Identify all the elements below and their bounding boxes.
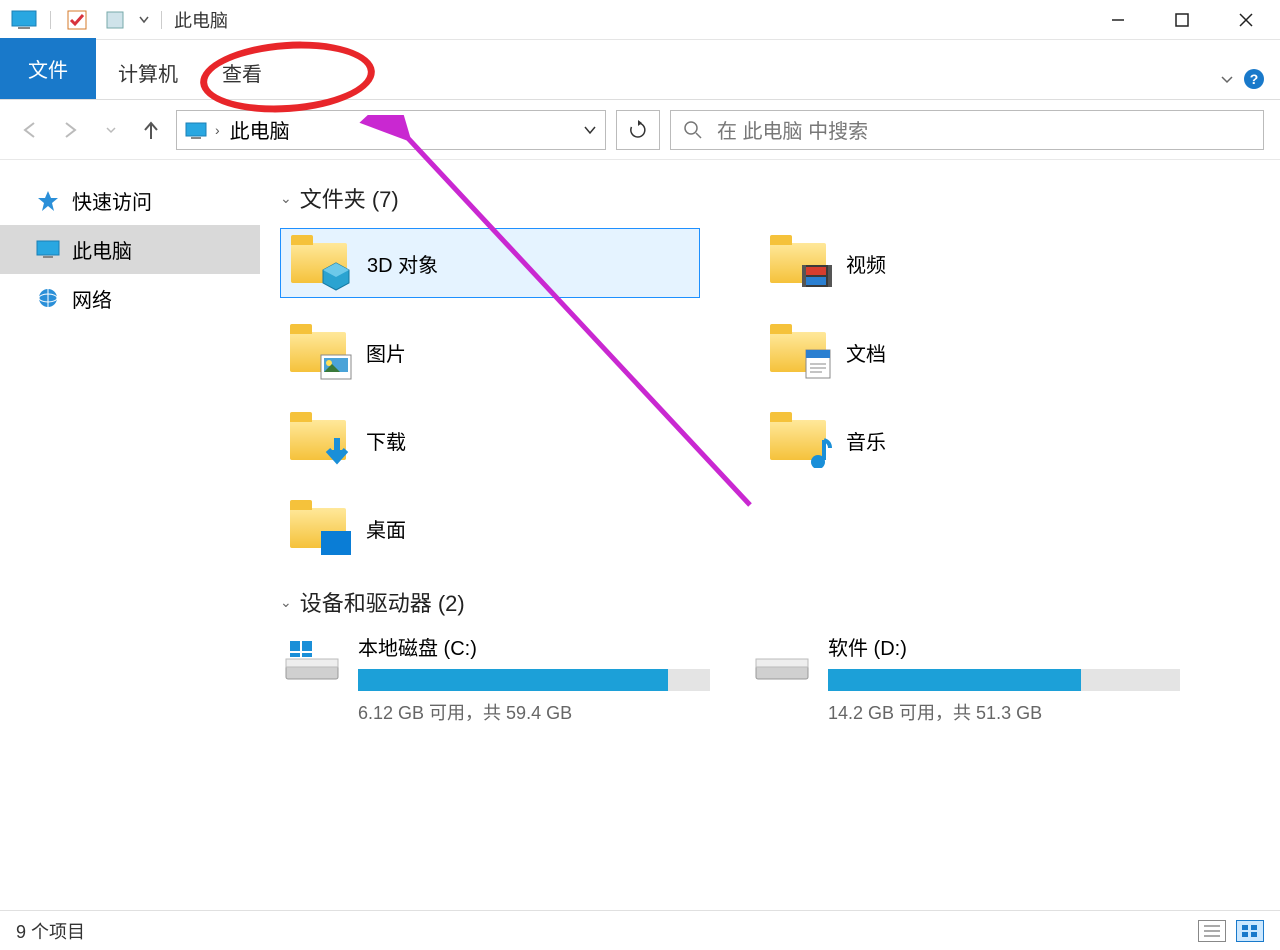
status-bar: 9 个项目 (0, 910, 1280, 950)
details-view-button[interactable] (1198, 920, 1226, 942)
folder-icon (290, 414, 350, 466)
pc-icon (8, 8, 40, 32)
drive-free-text: 6.12 GB 可用，共 59.4 GB (358, 699, 710, 725)
folder-documents[interactable]: 文档 (760, 318, 1140, 386)
search-placeholder: 在 此电脑 中搜索 (717, 115, 868, 144)
folder-desktop[interactable]: 桌面 (280, 494, 700, 562)
breadcrumb[interactable]: 此电脑 (230, 115, 290, 144)
address-bar[interactable]: › 此电脑 (176, 110, 606, 150)
drive-label: 本地磁盘 (C:) (358, 632, 710, 661)
folder-icon (770, 414, 830, 466)
folder-label: 文档 (846, 338, 886, 367)
up-button[interactable] (136, 115, 166, 145)
sidebar-item-thispc[interactable]: 此电脑 (0, 225, 260, 274)
ribbon: 文件 计算机 查看 ? (0, 40, 1280, 100)
section-folders-header[interactable]: ⌄ 文件夹 (7) (280, 182, 1260, 214)
content-area: ⌄ 文件夹 (7) 3D 对象 视频 图片 文档 下载 (260, 160, 1280, 910)
folder-label: 音乐 (846, 426, 886, 455)
drives-grid: 本地磁盘 (C:) 6.12 GB 可用，共 59.4 GB 软件 (D:) 1… (280, 632, 1260, 725)
item-count: 9 个项目 (16, 918, 85, 944)
pc-icon (185, 122, 205, 138)
window-title: 此电脑 (174, 7, 228, 33)
drive-d[interactable]: 软件 (D:) 14.2 GB 可用，共 51.3 GB (750, 632, 1180, 725)
sidebar-item-quick[interactable]: 快速访问 (0, 176, 260, 225)
sidebar-item-network[interactable]: 网络 (0, 274, 260, 323)
tab-file[interactable]: 文件 (0, 38, 96, 99)
drive-label: 软件 (D:) (828, 632, 1180, 661)
network-icon (36, 289, 60, 309)
folder-icon (291, 237, 351, 289)
folder-label: 桌面 (366, 514, 406, 543)
drive-icon (280, 632, 344, 688)
search-icon (683, 120, 703, 140)
folder-videos[interactable]: 视频 (760, 228, 1140, 298)
folder-label: 视频 (846, 249, 886, 278)
sidebar: 快速访问 此电脑 网络 (0, 160, 260, 910)
folder-icon (770, 326, 830, 378)
divider (161, 11, 162, 29)
folder-music[interactable]: 音乐 (760, 406, 1140, 474)
folder-icon (770, 237, 830, 289)
drive-icon (750, 632, 814, 688)
tiles-view-button[interactable] (1236, 920, 1264, 942)
new-window-icon[interactable] (99, 8, 131, 32)
sidebar-item-label: 网络 (72, 284, 112, 313)
titlebar: 此电脑 (0, 0, 1280, 40)
folders-grid: 3D 对象 视频 图片 文档 下载 音乐 (280, 228, 1260, 562)
drive-c[interactable]: 本地磁盘 (C:) 6.12 GB 可用，共 59.4 GB (280, 632, 710, 725)
star-icon (36, 191, 60, 211)
chevron-down-icon: ⌄ (280, 190, 292, 207)
sidebar-item-label: 此电脑 (72, 235, 132, 264)
usage-bar (358, 669, 710, 691)
back-button[interactable] (16, 115, 46, 145)
folder-icon (290, 502, 350, 554)
folder-icon (290, 326, 350, 378)
minimize-button[interactable] (1100, 5, 1136, 35)
section-drives-header[interactable]: ⌄ 设备和驱动器 (2) (280, 586, 1260, 618)
divider (50, 11, 51, 29)
recent-dropdown[interactable] (96, 115, 126, 145)
folder-3d-objects[interactable]: 3D 对象 (280, 228, 700, 298)
drive-free-text: 14.2 GB 可用，共 51.3 GB (828, 699, 1180, 725)
chevron-right-icon[interactable]: › (215, 122, 220, 138)
pc-icon (36, 240, 60, 260)
dropdown-icon[interactable] (137, 8, 151, 32)
tab-view[interactable]: 查看 (200, 46, 284, 99)
forward-button[interactable] (56, 115, 86, 145)
ribbon-collapse-icon[interactable] (1220, 72, 1234, 86)
search-box[interactable]: 在 此电脑 中搜索 (670, 110, 1264, 150)
properties-icon[interactable] (61, 8, 93, 32)
maximize-button[interactable] (1164, 5, 1200, 35)
sidebar-item-label: 快速访问 (72, 186, 152, 215)
tab-computer[interactable]: 计算机 (96, 46, 200, 99)
refresh-button[interactable] (616, 110, 660, 150)
folder-label: 3D 对象 (367, 249, 438, 278)
help-button[interactable]: ? (1244, 69, 1264, 89)
close-button[interactable] (1228, 5, 1264, 35)
folder-label: 图片 (366, 338, 406, 367)
usage-bar (828, 669, 1180, 691)
folder-downloads[interactable]: 下载 (280, 406, 700, 474)
address-row: › 此电脑 在 此电脑 中搜索 (0, 100, 1280, 160)
body: 快速访问 此电脑 网络 ⌄ 文件夹 (7) 3D 对象 视频 (0, 160, 1280, 910)
chevron-down-icon: ⌄ (280, 594, 292, 611)
folder-pictures[interactable]: 图片 (280, 318, 700, 386)
address-dropdown-icon[interactable] (583, 123, 597, 137)
folder-label: 下载 (366, 426, 406, 455)
